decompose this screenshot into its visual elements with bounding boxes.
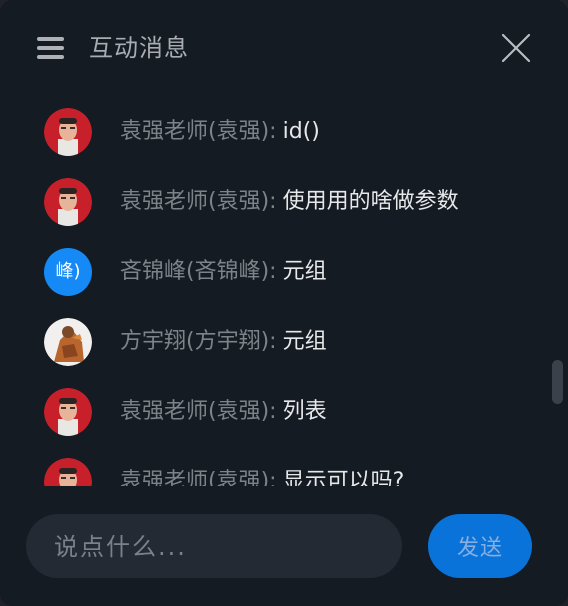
avatar — [44, 458, 92, 486]
avatar — [44, 318, 92, 366]
hamburger-menu-icon[interactable] — [37, 37, 64, 59]
message-separator: : — [269, 329, 277, 354]
message-content: 元组 — [282, 329, 327, 354]
message-content: 元组 — [282, 259, 327, 284]
message-line: 袁强老师(袁强): 列表 — [120, 397, 327, 427]
message-separator: : — [269, 469, 277, 486]
list-item: 袁强老师(袁强): 显示可以吗? — [44, 458, 524, 486]
interactive-messages-panel: 互动消息 袁强老师(袁强): id() 袁强老师(袁强): 使用用的啥做参数 峰… — [0, 0, 568, 606]
send-button[interactable]: 发送 — [428, 514, 532, 578]
avatar: 峰) — [44, 248, 92, 296]
message-sender: 袁强老师(袁强) — [120, 119, 270, 144]
message-sender: 吝锦峰(吝锦峰) — [120, 259, 270, 284]
message-separator: : — [269, 399, 277, 424]
list-item: 峰) 吝锦峰(吝锦峰): 元组 — [44, 248, 524, 296]
message-content: 使用用的啥做参数 — [282, 189, 459, 214]
scrollbar-thumb[interactable] — [552, 360, 563, 404]
message-line: 方宇翔(方宇翔): 元组 — [120, 327, 327, 357]
message-input[interactable] — [52, 514, 386, 580]
list-item: 袁强老师(袁强): 使用用的啥做参数 — [44, 178, 524, 226]
avatar — [44, 108, 92, 156]
message-sender: 方宇翔(方宇翔) — [120, 329, 270, 354]
list-item: 袁强老师(袁强): 列表 — [44, 388, 524, 436]
message-composer — [26, 514, 402, 580]
message-sender: 袁强老师(袁强) — [120, 189, 270, 214]
panel-title: 互动消息 — [89, 34, 189, 62]
close-icon[interactable] — [500, 32, 532, 64]
message-content: 列表 — [282, 399, 327, 424]
message-separator: : — [269, 189, 277, 214]
message-content: 显示可以吗? — [282, 469, 405, 486]
list-item: 袁强老师(袁强): id() — [44, 108, 524, 156]
panel-header: 互动消息 — [0, 0, 568, 96]
message-separator: : — [269, 259, 277, 284]
message-content: id() — [282, 119, 320, 144]
avatar — [44, 388, 92, 436]
message-line: 袁强老师(袁强): 显示可以吗? — [120, 467, 404, 486]
list-item: 方宇翔(方宇翔): 元组 — [44, 318, 524, 366]
message-line: 袁强老师(袁强): 使用用的啥做参数 — [120, 187, 459, 217]
message-sender: 袁强老师(袁强) — [120, 399, 270, 424]
message-line: 袁强老师(袁强): id() — [120, 117, 320, 147]
message-line: 吝锦峰(吝锦峰): 元组 — [120, 257, 327, 287]
message-list[interactable]: 袁强老师(袁强): id() 袁强老师(袁强): 使用用的啥做参数 峰) 吝锦峰… — [0, 96, 568, 486]
message-sender: 袁强老师(袁强) — [120, 469, 270, 486]
avatar — [44, 178, 92, 226]
message-separator: : — [269, 119, 277, 144]
